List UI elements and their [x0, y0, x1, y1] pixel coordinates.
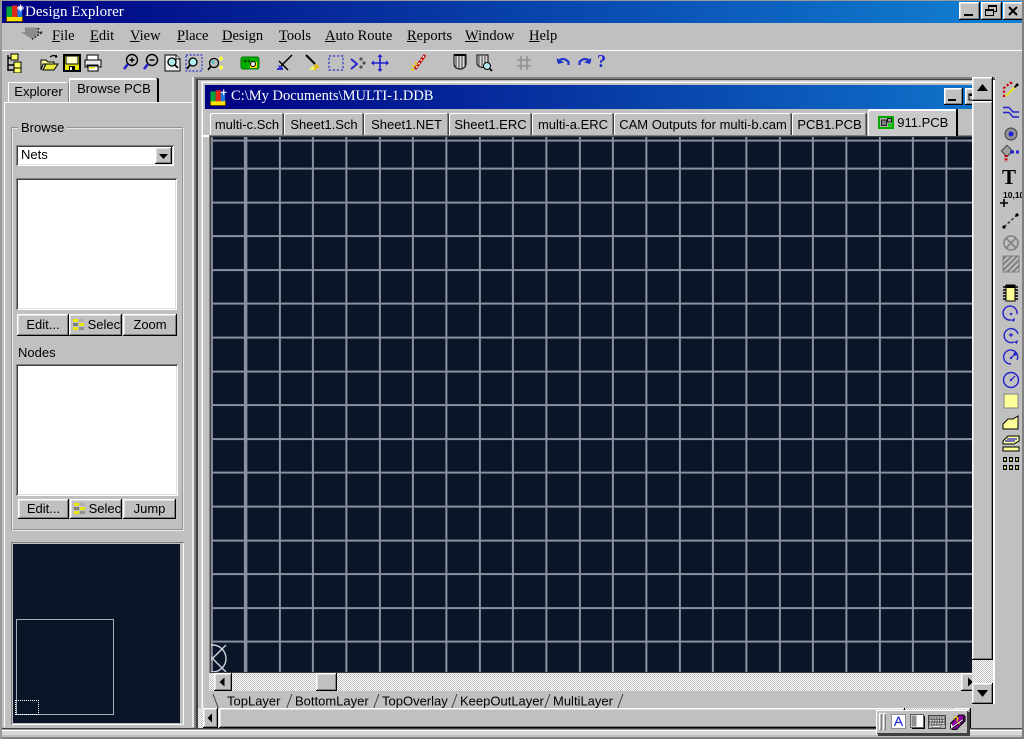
svg-text:10,10: 10,10: [1003, 190, 1024, 200]
svg-text:TopOverlay: TopOverlay: [382, 694, 448, 709]
svg-text:MultiLayer: MultiLayer: [553, 694, 614, 709]
svg-text:TopLayer: TopLayer: [227, 694, 281, 709]
svg-text:BottomLayer: BottomLayer: [295, 694, 369, 709]
svg-text:KeepOutLayer: KeepOutLayer: [460, 694, 545, 709]
